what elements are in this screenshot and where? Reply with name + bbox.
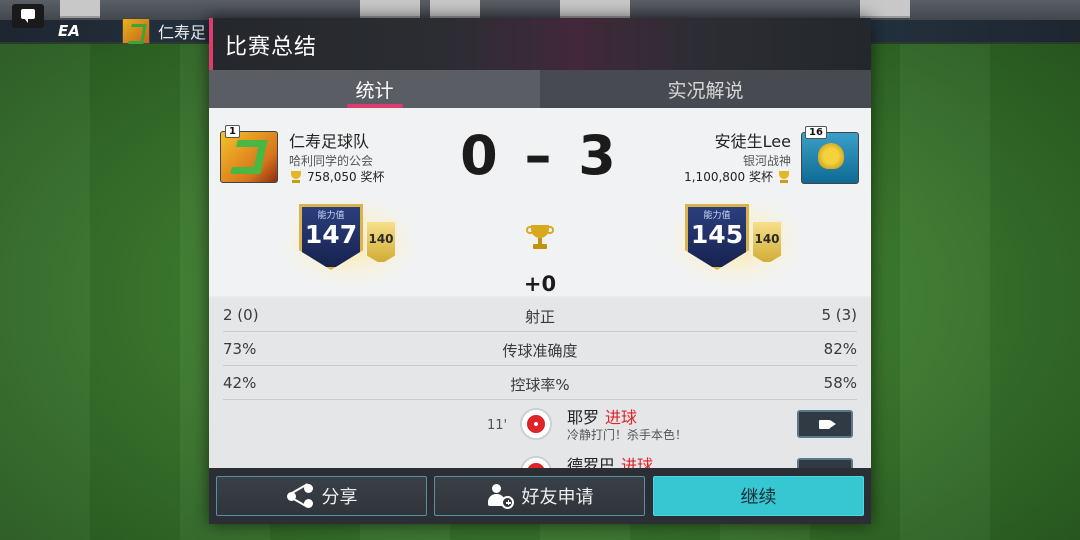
stat-away-value: 5 (3) — [821, 306, 857, 324]
ea-sports-logo: EA — [58, 22, 80, 40]
top-team-indicator: 仁寿足 — [122, 17, 206, 45]
event-player: 耶罗 进球 — [567, 404, 637, 428]
stats-panel: 2 (0) 射正 5 (3) 73% 传球准确度 82% 42% 控球率% 58… — [209, 298, 871, 468]
top-team-name: 仁寿足 — [158, 23, 207, 42]
replay-camera-button[interactable] — [797, 410, 853, 438]
event-type: 进球 — [605, 408, 638, 427]
add-friend-icon — [486, 483, 514, 509]
dialog-title: 比赛总结 — [225, 35, 318, 60]
tab-commentary[interactable]: 实况解说 — [540, 70, 871, 108]
away-rating-value: 145 — [690, 220, 744, 249]
center-trophy-icon — [526, 225, 554, 251]
stand-board — [860, 0, 910, 18]
stand-board — [360, 0, 420, 18]
event-goal: 11' 耶罗 进球 冷静打门！杀手本色！ — [209, 404, 871, 452]
away-level-badge: 16 — [805, 126, 827, 139]
home-rating-badge: 能力值 147 140 — [279, 196, 419, 288]
away-rating-badge: 能力值 145 140 — [665, 196, 805, 288]
event-player: 德罗巴 进球 — [567, 452, 653, 468]
stat-label: 控球率% — [510, 376, 570, 394]
stat-row-shots: 2 (0) 射正 5 (3) — [223, 298, 857, 332]
stat-row-pass-accuracy: 73% 传球准确度 82% — [223, 332, 857, 366]
stand-board — [560, 0, 630, 18]
friend-request-button[interactable]: 好友申请 — [434, 476, 645, 516]
away-league-name: 银河战神 — [742, 154, 791, 168]
home-card-value: 140 — [368, 232, 394, 246]
chat-icon[interactable] — [12, 4, 44, 28]
football-icon — [520, 456, 552, 468]
stand-board — [60, 0, 100, 18]
share-label: 分享 — [321, 487, 358, 508]
event-player-name: 德罗巴 — [567, 456, 616, 468]
away-club-crest-icon — [801, 132, 859, 184]
share-button[interactable]: 分享 — [216, 476, 427, 516]
tab-bar: 统计 实况解说 — [209, 70, 871, 108]
stat-away-value: 58% — [823, 374, 857, 392]
stat-away-value: 82% — [823, 340, 857, 358]
event-minute: 11' — [487, 418, 508, 433]
trophy-icon — [777, 170, 791, 184]
away-card-value: 140 — [754, 232, 780, 246]
share-icon — [286, 483, 314, 509]
friend-request-label: 好友申请 — [521, 487, 594, 508]
tab-statistics[interactable]: 统计 — [209, 70, 540, 108]
replay-camera-button[interactable] — [797, 458, 853, 468]
continue-label: 继续 — [740, 487, 777, 508]
stand-board — [430, 0, 480, 18]
event-goal: 德罗巴 进球 — [209, 452, 871, 468]
event-player-name: 耶罗 — [567, 408, 600, 427]
stat-row-possession: 42% 控球率% 58% — [223, 366, 857, 400]
event-type: 进球 — [621, 456, 654, 468]
dialog-header: 比赛总结 — [209, 18, 871, 70]
away-trophy-count: 1,100,800 奖杯 — [684, 170, 773, 184]
away-team-name: 安徒生Lee — [714, 132, 791, 151]
stat-label: 射正 — [524, 308, 555, 326]
event-comment: 冷静打门！杀手本色！ — [567, 428, 688, 442]
team-area: 1 仁寿足球队 哈利同学的公会 758,050 奖杯 0 – 3 16 安徒生L… — [209, 108, 871, 296]
footer-bar: 分享 好友申请 继续 — [209, 468, 871, 524]
stat-label: 传球准确度 — [502, 342, 578, 360]
team-crest-icon — [122, 18, 150, 44]
home-rating-value: 147 — [304, 220, 358, 249]
match-summary-dialog: 比赛总结 统计 实况解说 1 仁寿足球队 哈利同学的公会 758,050 奖杯 … — [209, 18, 871, 524]
football-icon — [520, 408, 552, 440]
continue-button[interactable]: 继续 — [653, 476, 864, 516]
away-trophies: 1,100,800 奖杯 — [684, 168, 791, 185]
